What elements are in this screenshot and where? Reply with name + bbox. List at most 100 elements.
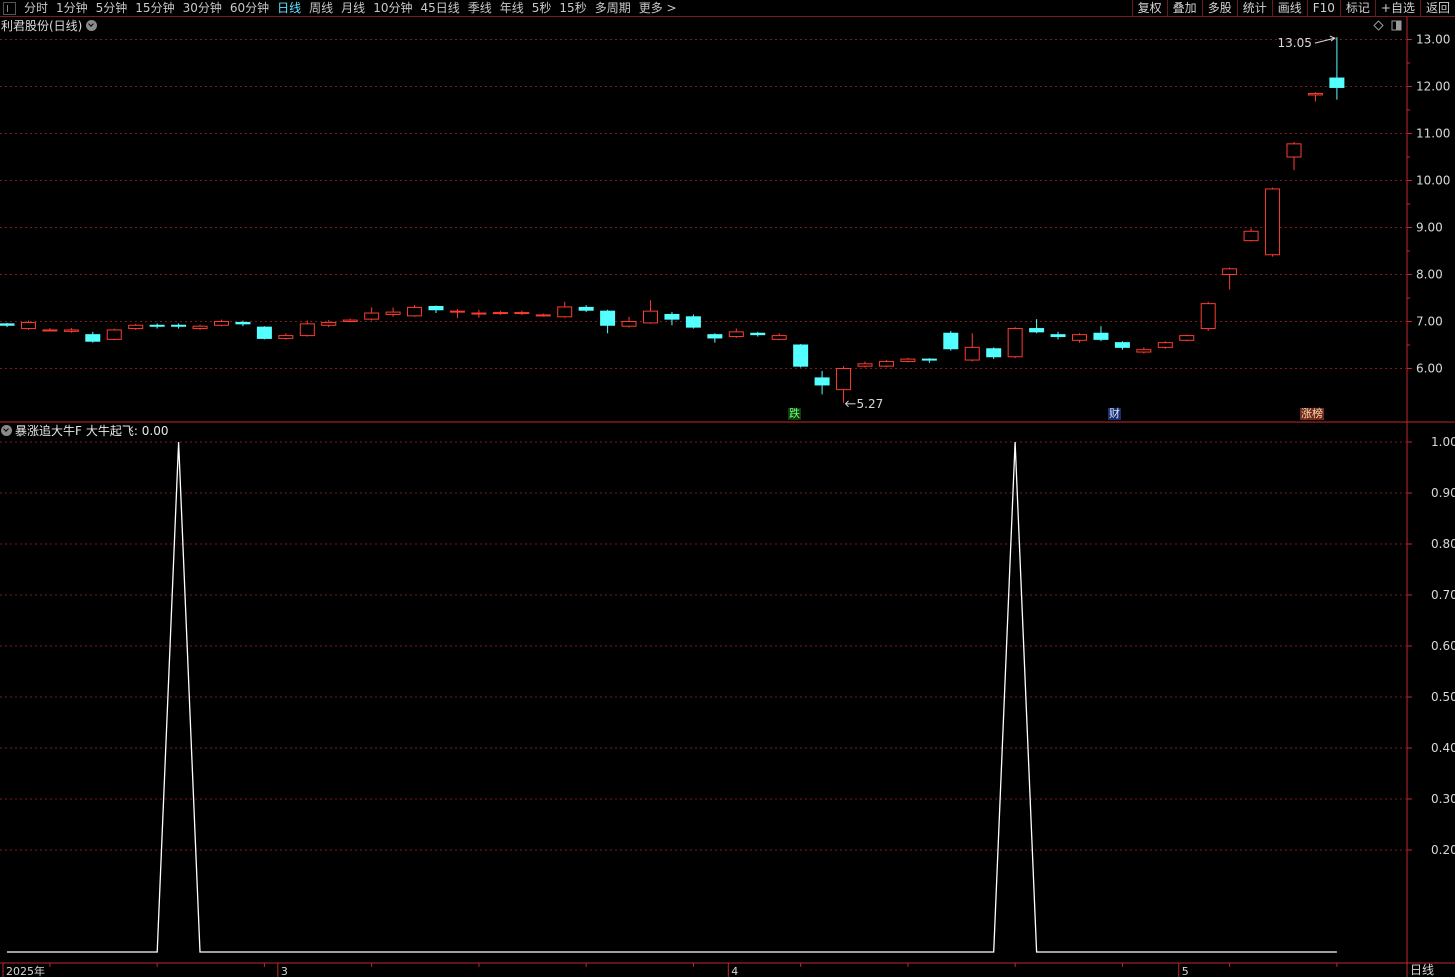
bottom-period-label[interactable]: 日线: [1407, 963, 1455, 977]
time-tick-label: 2025年: [6, 964, 45, 977]
price-tick-label: 12.00: [1416, 80, 1450, 94]
candle-body: [535, 314, 551, 317]
chart-canvas: 13.05 5.27 6.00 7.00 8.00 9.00 10.00 11.00 12.0…: [0, 17, 1455, 977]
indicator-title: 暴涨追大牛F 大牛起飞: 0.00: [1, 424, 168, 438]
candle-body: [299, 323, 315, 337]
candle-body: [900, 358, 916, 362]
candle-body: [1329, 77, 1345, 88]
signal-finance-badge: 财: [1108, 408, 1121, 420]
candle-body: [342, 319, 358, 322]
candle-body: [685, 316, 701, 328]
candle-body: [492, 312, 508, 315]
indicator-line-value: 大牛起飞: 0.00: [85, 424, 169, 438]
candle-body: [814, 377, 830, 386]
candle-body: [1265, 188, 1281, 256]
candle-body: [214, 321, 229, 326]
candle-body: [836, 368, 852, 391]
candle-body: [235, 321, 251, 325]
candle-body: [707, 334, 723, 339]
signal-fall-badge: 跌: [788, 408, 801, 420]
candle-body: [1243, 230, 1259, 242]
time-tick-label: 5: [1182, 965, 1189, 977]
indicator-tick-label: 0.40: [1431, 741, 1455, 755]
candle-body: [128, 324, 144, 330]
candle-body: [986, 348, 1002, 358]
chevron-down-icon[interactable]: [1, 425, 12, 436]
grid-lines: [0, 39, 1406, 851]
signal-fall-label: 跌: [789, 407, 800, 420]
price-tick-label: 9.00: [1416, 221, 1443, 235]
candle-body: [1286, 143, 1302, 158]
candle-body: [149, 324, 165, 327]
candle-body: [1050, 334, 1066, 338]
candle-body: [1136, 349, 1152, 353]
max-price-label: 13.05: [1278, 36, 1312, 50]
candle-body: [471, 312, 487, 315]
price-tick-label: 6.00: [1416, 362, 1443, 376]
candle-body: [192, 325, 208, 330]
candlestick-series: [0, 37, 1345, 403]
candle-body: [321, 321, 337, 326]
price-tick-label: 13.00: [1416, 33, 1450, 47]
candle-body: [1157, 342, 1173, 348]
price-tick-label: 7.00: [1416, 315, 1443, 329]
axis-ticks: 6.00 7.00 8.00 9.00 10.00 11.00 12.00 13.00 0.20…: [2, 33, 1455, 977]
candle-body: [600, 310, 616, 326]
indicator-tick-label: 0.70: [1431, 588, 1455, 602]
candle-body: [514, 312, 530, 315]
candle-body: [364, 312, 380, 320]
candle-body: [385, 311, 401, 315]
indicator-tick-label: 0.60: [1431, 639, 1455, 653]
indicator-tick-label: 1.00: [1431, 435, 1455, 449]
candle-body: [63, 329, 79, 332]
candle-body: [964, 346, 980, 361]
axes: [0, 17, 1455, 977]
time-tick-label: 4: [731, 965, 738, 977]
candle-body: [728, 331, 744, 338]
candle-body: [407, 306, 423, 317]
candle-body: [85, 334, 101, 342]
time-tick-label: 3: [281, 965, 288, 977]
candle-body: [921, 358, 937, 361]
candle-body: [771, 335, 787, 340]
indicator-tick-label: 0.50: [1431, 690, 1455, 704]
candle-body: [557, 306, 573, 318]
candle-body: [1179, 335, 1195, 341]
candle-body: [621, 321, 637, 327]
price-annotations: 13.05 5.27: [844, 35, 1336, 411]
candle-body: [793, 344, 809, 367]
candle-body: [1072, 334, 1087, 341]
candle-body: [943, 332, 959, 350]
candle-body: [1093, 332, 1109, 340]
indicator-tick-label: 0.90: [1431, 486, 1455, 500]
price-tick-label: 11.00: [1416, 127, 1450, 141]
candle-body: [449, 310, 465, 313]
indicator-tick-label: 0.80: [1431, 537, 1455, 551]
candle-body: [278, 335, 294, 339]
price-tick-label: 10.00: [1416, 174, 1450, 188]
signal-finance-label: 财: [1109, 407, 1120, 420]
price-tick-label: 8.00: [1416, 268, 1443, 282]
signal-limit-up-badge: 涨榜: [1300, 408, 1324, 420]
signal-limit-up-label: 涨榜: [1301, 407, 1323, 420]
candle-body: [42, 329, 58, 332]
indicator-tick-label: 0.30: [1431, 792, 1455, 806]
candle-body: [1029, 328, 1045, 333]
candle-body: [1307, 93, 1323, 96]
candle-body: [750, 332, 766, 336]
candle-body: [428, 305, 444, 311]
candle-body: [0, 323, 15, 326]
candle-body: [664, 313, 680, 320]
candle-body: [171, 324, 187, 327]
candle-body: [1114, 342, 1130, 348]
min-price-label: 5.27: [857, 397, 884, 411]
candle-body: [1222, 268, 1238, 275]
candle-body: [20, 321, 36, 330]
candle-body: [1007, 328, 1023, 358]
indicator-name: 暴涨追大牛F: [15, 424, 82, 438]
candle-body: [643, 310, 658, 324]
candle-body: [857, 363, 873, 367]
candle-body: [1200, 303, 1216, 330]
candle-body: [256, 326, 272, 339]
candle-body: [878, 360, 894, 367]
